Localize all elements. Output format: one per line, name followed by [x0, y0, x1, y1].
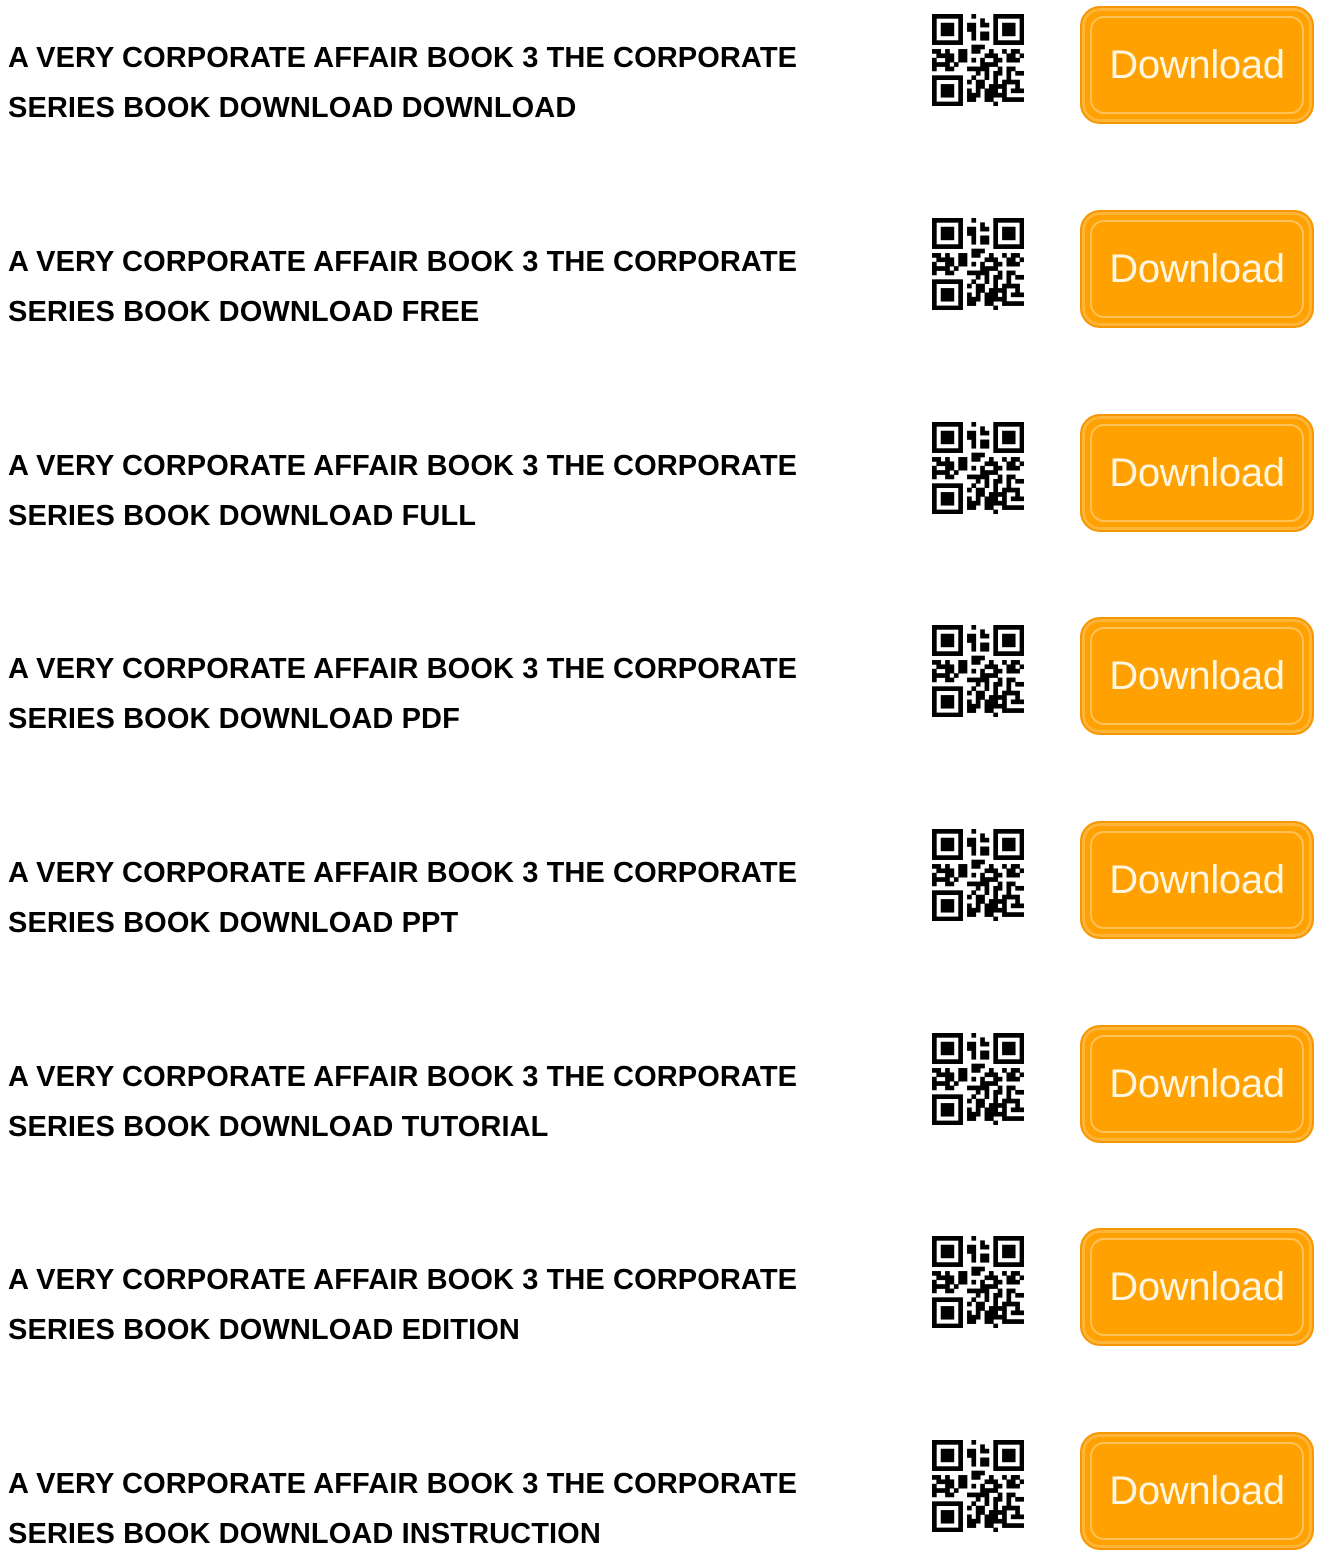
download-button-label: Download — [1109, 1264, 1285, 1309]
qr-code-icon — [932, 422, 1024, 514]
qr-code-graphic — [932, 1236, 1024, 1328]
item-title-line-2: SERIES BOOK DOWNLOAD DOWNLOAD — [8, 92, 577, 124]
qr-code-graphic — [932, 218, 1024, 310]
qr-code-graphic — [932, 1033, 1024, 1125]
item-title-line-2: SERIES BOOK DOWNLOAD FULL — [8, 500, 477, 532]
list-item: A VERY CORPORATE AFFAIR BOOK 3 THE CORPO… — [0, 1426, 1317, 1550]
qr-code-icon — [932, 1033, 1024, 1125]
item-title-line-1: A VERY CORPORATE AFFAIR BOOK 3 THE CORPO… — [8, 450, 798, 482]
qr-code-icon — [932, 1236, 1024, 1328]
item-title-line-1: A VERY CORPORATE AFFAIR BOOK 3 THE CORPO… — [8, 1061, 798, 1093]
list-item: A VERY CORPORATE AFFAIR BOOK 3 THE CORPO… — [0, 408, 1317, 532]
item-title-line-2: SERIES BOOK DOWNLOAD FREE — [8, 296, 480, 328]
qr-code-graphic — [932, 829, 1024, 921]
download-button-label: Download — [1109, 1061, 1285, 1106]
qr-code-icon — [932, 625, 1024, 717]
download-button-label: Download — [1109, 450, 1285, 495]
download-button[interactable]: Download — [1080, 1228, 1314, 1346]
qr-code-graphic — [932, 14, 1024, 106]
list-item: A VERY CORPORATE AFFAIR BOOK 3 THE CORPO… — [0, 1222, 1317, 1346]
item-title: A VERY CORPORATE AFFAIR BOOK 3 THE CORPO… — [8, 848, 908, 948]
qr-code-graphic — [932, 1440, 1024, 1532]
download-button[interactable]: Download — [1080, 617, 1314, 735]
item-title: A VERY CORPORATE AFFAIR BOOK 3 THE CORPO… — [8, 33, 908, 133]
qr-code-icon — [932, 14, 1024, 106]
item-title-line-2: SERIES BOOK DOWNLOAD PPT — [8, 907, 459, 939]
item-title-line-1: A VERY CORPORATE AFFAIR BOOK 3 THE CORPO… — [8, 653, 798, 685]
qr-code-icon — [932, 218, 1024, 310]
item-title-line-1: A VERY CORPORATE AFFAIR BOOK 3 THE CORPO… — [8, 857, 798, 889]
download-button-label: Download — [1109, 1468, 1285, 1513]
qr-code-graphic — [932, 422, 1024, 514]
download-button-label: Download — [1109, 42, 1285, 87]
download-button[interactable]: Download — [1080, 6, 1314, 124]
item-title-line-1: A VERY CORPORATE AFFAIR BOOK 3 THE CORPO… — [8, 1468, 798, 1500]
item-title-line-1: A VERY CORPORATE AFFAIR BOOK 3 THE CORPO… — [8, 1264, 798, 1296]
item-title-line-2: SERIES BOOK DOWNLOAD EDITION — [8, 1314, 520, 1346]
item-title: A VERY CORPORATE AFFAIR BOOK 3 THE CORPO… — [8, 1052, 908, 1152]
item-title: A VERY CORPORATE AFFAIR BOOK 3 THE CORPO… — [8, 644, 908, 744]
qr-code-icon — [932, 1440, 1024, 1532]
download-button[interactable]: Download — [1080, 414, 1314, 532]
list-item: A VERY CORPORATE AFFAIR BOOK 3 THE CORPO… — [0, 815, 1317, 939]
item-title-line-2: SERIES BOOK DOWNLOAD INSTRUCTION — [8, 1518, 601, 1550]
item-title: A VERY CORPORATE AFFAIR BOOK 3 THE CORPO… — [8, 1459, 908, 1559]
download-button[interactable]: Download — [1080, 1025, 1314, 1143]
item-title: A VERY CORPORATE AFFAIR BOOK 3 THE CORPO… — [8, 441, 908, 541]
qr-code-graphic — [932, 625, 1024, 717]
download-button[interactable]: Download — [1080, 821, 1314, 939]
item-title-line-2: SERIES BOOK DOWNLOAD PDF — [8, 703, 460, 735]
item-title: A VERY CORPORATE AFFAIR BOOK 3 THE CORPO… — [8, 1255, 908, 1355]
list-item: A VERY CORPORATE AFFAIR BOOK 3 THE CORPO… — [0, 0, 1317, 124]
download-button-label: Download — [1109, 653, 1285, 698]
download-button[interactable]: Download — [1080, 1432, 1314, 1550]
list-item: A VERY CORPORATE AFFAIR BOOK 3 THE CORPO… — [0, 1019, 1317, 1143]
item-title-line-2: SERIES BOOK DOWNLOAD TUTORIAL — [8, 1111, 549, 1143]
item-title-line-1: A VERY CORPORATE AFFAIR BOOK 3 THE CORPO… — [8, 42, 798, 74]
download-button-label: Download — [1109, 246, 1285, 291]
item-title: A VERY CORPORATE AFFAIR BOOK 3 THE CORPO… — [8, 237, 908, 337]
item-title-line-1: A VERY CORPORATE AFFAIR BOOK 3 THE CORPO… — [8, 246, 798, 278]
list-item: A VERY CORPORATE AFFAIR BOOK 3 THE CORPO… — [0, 204, 1317, 328]
download-button-label: Download — [1109, 857, 1285, 902]
download-button[interactable]: Download — [1080, 210, 1314, 328]
qr-code-icon — [932, 829, 1024, 921]
list-item: A VERY CORPORATE AFFAIR BOOK 3 THE CORPO… — [0, 611, 1317, 735]
